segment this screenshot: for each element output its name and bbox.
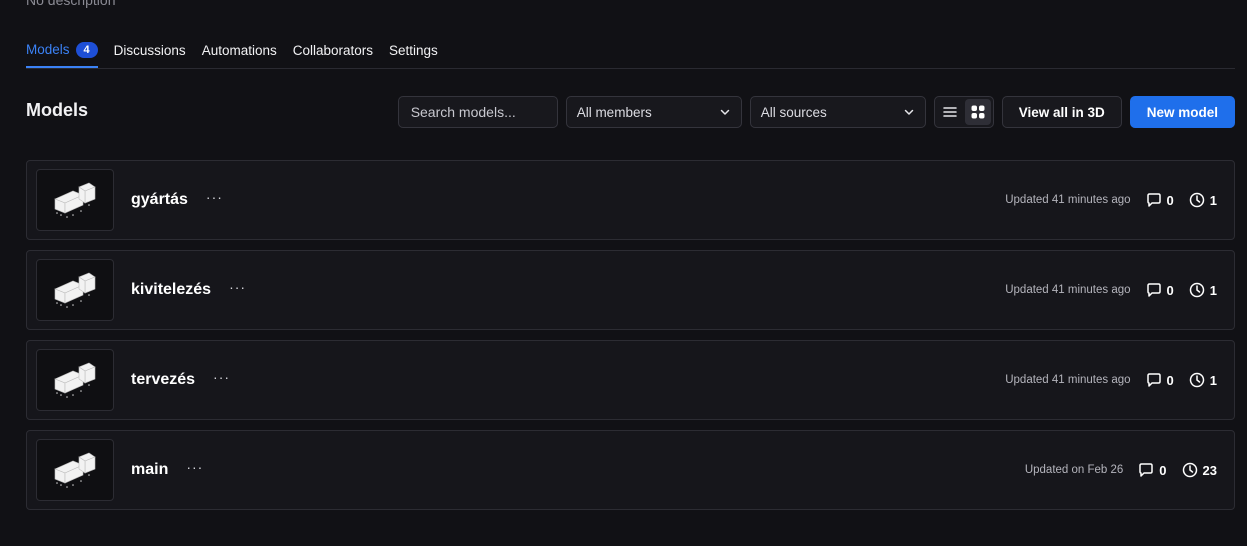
model-thumbnail[interactable] [36,259,114,321]
comments-count[interactable]: 0 [1145,281,1174,299]
versions-count-value: 23 [1202,462,1217,478]
tab-discussions[interactable]: Discussions [114,34,186,67]
comments-count-value: 0 [1166,282,1174,298]
model-meta: Updated 41 minutes ago 0 1 [1005,161,1217,239]
model-actions-menu-button[interactable]: ··· [206,189,223,205]
model-actions-menu-button[interactable]: ··· [229,279,246,295]
history-icon [1189,192,1205,208]
history-icon [1182,462,1197,478]
model-card[interactable]: gyártás ··· Updated 41 minutes ago 0 1 [26,160,1235,240]
versions-count-value: 1 [1209,282,1217,298]
model-name[interactable]: tervezés [131,371,195,389]
model-thumbnail-image [54,362,96,398]
comments-count-value: 0 [1159,462,1167,478]
models-count-badge: 4 [75,42,98,58]
project-tabs: Models 4 Discussions Automations Collabo… [26,34,1235,69]
model-actions-menu-button[interactable]: ··· [186,459,203,475]
versions-count[interactable]: 1 [1188,371,1217,389]
comments-count-value: 0 [1166,372,1174,388]
model-meta: Updated 41 minutes ago 0 1 [1005,341,1217,419]
model-name[interactable]: kivitelezés [131,281,211,299]
project-description: No description [26,0,116,8]
model-updated-time: Updated 41 minutes ago [1005,194,1131,206]
view-mode-toggle [933,96,994,128]
chevron-down-icon [904,109,913,115]
comments-count-value: 0 [1166,192,1174,208]
comments-count[interactable]: 0 [1137,461,1167,479]
page-title: Models [26,100,89,120]
new-model-button[interactable]: New model [1129,96,1235,128]
versions-count-value: 1 [1209,372,1217,388]
models-toolbar: All members All sources View all in 3D N… [397,96,1235,128]
comment-icon [1139,463,1154,477]
model-name[interactable]: main [131,461,168,479]
view-all-in-3d-button[interactable]: View all in 3D [1001,96,1122,128]
model-name[interactable]: gyártás [131,191,188,209]
model-thumbnail[interactable] [36,169,114,231]
versions-count[interactable]: 1 [1188,281,1217,299]
model-card[interactable]: tervezés ··· Updated 41 minutes ago 0 1 [26,340,1235,420]
versions-count[interactable]: 1 [1188,191,1217,209]
model-thumbnail-image [54,452,96,488]
grid-view-icon [971,105,985,119]
model-thumbnail[interactable] [36,439,114,501]
grid-view-button[interactable] [964,99,991,125]
model-actions-menu-button[interactable]: ··· [213,369,230,385]
model-thumbnail-image [54,182,96,218]
models-list: gyártás ··· Updated 41 minutes ago 0 1 k… [26,160,1235,520]
tab-automations[interactable]: Automations [202,34,277,67]
model-thumbnail[interactable] [36,349,114,411]
tab-settings[interactable]: Settings [389,34,438,67]
search-input[interactable] [397,96,558,128]
history-icon [1189,282,1205,298]
members-filter-value: All members [576,104,652,120]
model-updated-time: Updated 41 minutes ago [1005,284,1131,296]
comments-count[interactable]: 0 [1145,191,1174,209]
tab-models-label: Models [26,42,70,57]
sources-filter-value: All sources [760,104,827,120]
versions-count[interactable]: 23 [1181,461,1217,479]
tab-models[interactable]: Models 4 [26,34,98,68]
model-updated-time: Updated 41 minutes ago [1005,374,1131,386]
model-meta: Updated on Feb 26 0 23 [1025,431,1217,509]
model-updated-time: Updated on Feb 26 [1024,464,1124,476]
comments-count[interactable]: 0 [1145,371,1174,389]
sources-filter-select[interactable]: All sources [749,96,926,128]
model-meta: Updated 41 minutes ago 0 1 [1005,251,1217,329]
model-card[interactable]: main ··· Updated on Feb 26 0 23 [26,430,1235,510]
comment-icon [1146,373,1161,387]
model-card[interactable]: kivitelezés ··· Updated 41 minutes ago 0… [26,250,1235,330]
list-view-icon [942,107,957,117]
members-filter-select[interactable]: All members [565,96,742,128]
chevron-down-icon [720,109,729,115]
comment-icon [1146,193,1161,207]
list-view-button[interactable] [937,99,963,125]
versions-count-value: 1 [1209,192,1217,208]
comment-icon [1146,283,1161,297]
tab-collaborators[interactable]: Collaborators [293,34,373,67]
model-thumbnail-image [54,272,96,308]
history-icon [1189,372,1205,388]
